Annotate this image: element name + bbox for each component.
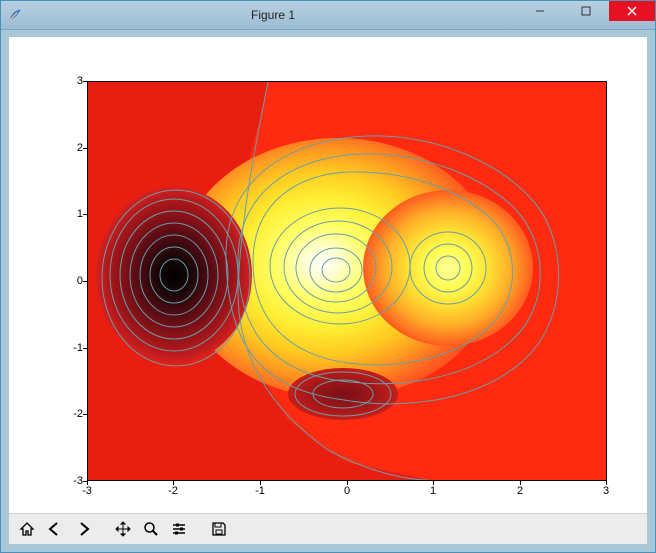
floppy-disk-icon [211,521,227,537]
ytick-label: -2 [59,408,83,420]
maximize-button[interactable] [563,1,609,21]
tickmark [83,281,87,282]
contour-plot [87,81,607,481]
titlebar: Figure 1 [1,1,655,30]
figure-canvas: -3 -2 -1 0 1 2 3 -3 -2 -1 0 1 2 [9,37,647,514]
xtick-label: -3 [82,485,92,497]
tk-feather-icon [7,7,23,23]
ytick-label: 1 [67,208,83,220]
configure-subplots-button[interactable] [165,515,193,543]
minimize-button[interactable] [517,1,563,21]
tickmark [83,148,87,149]
window-controls [517,1,655,29]
back-button[interactable] [41,515,69,543]
ytick-label: 3 [67,75,83,87]
magnifier-icon [143,521,159,537]
save-button[interactable] [205,515,233,543]
zoom-button[interactable] [137,515,165,543]
xtick-label: 1 [430,485,436,497]
home-button[interactable] [13,515,41,543]
forward-button[interactable] [69,515,97,543]
window-title: Figure 1 [29,8,517,22]
tickmark [83,348,87,349]
xtick-label: -2 [168,485,178,497]
app-window: Figure 1 [0,0,656,553]
matplotlib-toolbar [9,513,647,544]
move-icon [115,521,131,537]
client-area: -3 -2 -1 0 1 2 3 -3 -2 -1 0 1 2 [9,37,647,544]
xtick-label: -1 [255,485,265,497]
ytick-label: -3 [59,475,83,487]
tickmark [83,481,87,482]
xtick-label: 2 [517,485,523,497]
xtick-label: 0 [344,485,350,497]
ytick-label: 2 [67,142,83,154]
close-button[interactable] [609,1,655,21]
tickmark [83,414,87,415]
tickmark [83,214,87,215]
ytick-label: -1 [59,342,83,354]
home-icon [19,521,35,537]
xtick-label: 3 [603,485,609,497]
pan-button[interactable] [109,515,137,543]
plot-svg [88,82,606,480]
tickmark [83,81,87,82]
sliders-icon [171,521,187,537]
arrow-left-icon [47,521,63,537]
ytick-label: 0 [67,275,83,287]
arrow-right-icon [75,521,91,537]
